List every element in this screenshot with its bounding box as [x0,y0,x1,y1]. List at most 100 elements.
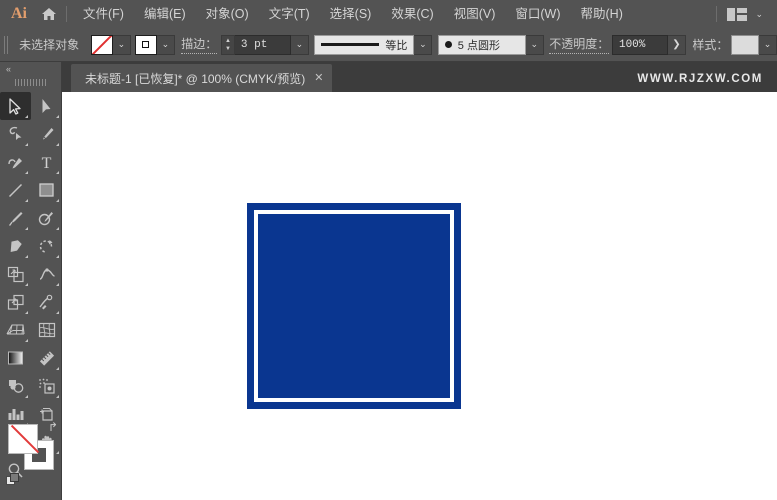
stroke-chevron-down-icon[interactable]: ⌄ [156,34,175,55]
stroke-profile-chevron-down-icon[interactable]: ⌄ [414,34,433,55]
tool-scale-tool[interactable] [0,260,31,288]
tool-eyedropper-tool[interactable] [31,344,62,372]
stroke-weight-control[interactable]: ▲ ▼ 3 pt ⌄ [220,34,309,55]
control-bar-grip[interactable] [4,35,9,54]
toolbar-collapse-icon[interactable]: « [0,62,61,76]
tool-flyout-indicator [25,283,28,286]
app-logo: Ai [11,5,27,22]
tool-gradient-tool[interactable] [0,344,31,372]
tool-flyout-indicator [25,311,28,314]
selection-status-label: 未选择对象 [19,38,80,52]
tool-magic-wand-tool[interactable] [0,120,31,148]
control-bar: 未选择对象 ⌄ ⌄ 描边： ▲ ▼ 3 pt ⌄ 等比 ⌄ 5 点圆形 ⌄ 不透… [0,28,777,62]
stroke-weight-value[interactable]: 3 pt [234,34,291,55]
workspace-chevron-down-icon[interactable]: ⌄ [755,9,763,19]
style-chevron-down-icon[interactable]: ⌄ [759,34,777,55]
artwork-square[interactable] [247,203,461,409]
stroke-profile-label: 等比 [385,39,408,52]
opacity-value[interactable]: 100% [611,34,668,55]
tool-rectangle-tool[interactable] [31,176,62,204]
menu-item-window[interactable]: 窗口(W) [505,4,570,25]
document-tab-title: 未标题-1 [已恢复]* @ 100% (CMYK/预览) [85,71,306,86]
document-tab-bar: 未标题-1 [已恢复]* @ 100% (CMYK/预览) ✕ WWW.RJZX… [62,62,777,92]
brush-chevron-down-icon[interactable]: ⌄ [525,34,544,55]
menubar-right-cluster: ⌄ [716,6,777,22]
style-label: 样式： [692,38,729,52]
menu-items: 文件(F) 编辑(E) 对象(O) 文字(T) 选择(S) 效果(C) 视图(V… [73,4,633,25]
tool-free-transform-tool[interactable] [0,288,31,316]
brush-label: 5 点圆形 [457,39,500,52]
document-area: 未标题-1 [已恢复]* @ 100% (CMYK/预览) ✕ WWW.RJZX… [62,62,777,500]
tool-flyout-indicator [56,115,59,118]
stroke-color-control[interactable]: ⌄ [134,34,175,55]
graphic-style-control[interactable]: ⌄ [731,34,777,55]
tool-flyout-indicator [25,143,28,146]
tool-shape-builder-tool[interactable] [31,288,62,316]
workspace-icon[interactable] [727,7,748,21]
brush-preview[interactable]: 5 点圆形 [437,34,526,55]
tool-shaper-tool[interactable] [31,204,62,232]
tool-flyout-indicator [56,227,59,230]
tool-eraser-tool[interactable] [0,232,31,260]
tool-symbol-sprayer-tool[interactable] [31,372,62,400]
swap-fill-stroke-icon[interactable]: ↱ [48,420,58,434]
brush-definition-control[interactable]: 5 点圆形 ⌄ [437,34,544,55]
square-inner-stroke [254,210,454,402]
menu-item-effect[interactable]: 效果(C) [381,4,443,25]
stroke-profile-line-icon [321,43,380,46]
no-fill-slash-icon [91,35,112,54]
tool-direct-selection-tool[interactable] [31,92,62,120]
tool-mesh-tool[interactable] [31,316,62,344]
tool-flyout-indicator [56,171,59,174]
style-swatch[interactable] [731,34,760,55]
tool-flyout-indicator [56,283,59,286]
tool-paintbrush-tool[interactable] [0,204,31,232]
tool-flyout-indicator [56,395,59,398]
tool-type-tool[interactable]: T [31,148,62,176]
tool-flyout-indicator [25,395,28,398]
tool-rotate-tool[interactable] [31,232,62,260]
canvas[interactable] [62,92,777,500]
stroke-weight-chevron-down-icon[interactable]: ⌄ [290,34,309,55]
tool-flyout-indicator [56,311,59,314]
svg-text:T: T [42,155,52,171]
menu-item-type[interactable]: 文字(T) [259,4,320,25]
tool-width-tool[interactable] [31,260,62,288]
opacity-label[interactable]: 不透明度： [549,35,610,54]
menu-divider [66,6,67,22]
tool-line-segment-tool[interactable] [0,176,31,204]
stroke-weight-label[interactable]: 描边： [181,35,218,54]
tool-pen-tool[interactable] [31,120,62,148]
toolbar-grip[interactable] [0,76,61,88]
home-icon[interactable] [34,0,64,28]
no-fill-slash-icon [10,424,40,454]
fill-chevron-down-icon[interactable]: ⌄ [112,34,131,55]
fill-stroke-controls: ↱ [0,420,62,492]
tool-curvature-tool[interactable] [0,148,31,176]
fill-color-box[interactable] [8,424,40,454]
stroke-weight-stepper[interactable]: ▲ ▼ [220,34,235,55]
menu-item-edit[interactable]: 编辑(E) [134,4,196,25]
tool-blend-tool[interactable] [0,372,31,400]
fill-color-control[interactable]: ⌄ [90,34,131,55]
stroke-profile-control[interactable]: 等比 ⌄ [314,34,433,55]
tool-flyout-indicator [56,143,59,146]
close-icon[interactable]: ✕ [314,72,323,84]
opacity-arrow-icon[interactable]: ❯ [667,34,686,55]
menubar-divider [716,6,718,22]
fill-swatch[interactable] [90,34,113,55]
document-tab[interactable]: 未标题-1 [已恢复]* @ 100% (CMYK/预览) ✕ [71,64,333,92]
tool-perspective-grid-tool[interactable] [0,316,31,344]
tool-flyout-indicator [25,255,28,258]
stroke-swatch[interactable] [134,34,157,55]
menu-item-help[interactable]: 帮助(H) [571,4,633,25]
opacity-control[interactable]: 100% ❯ [611,34,686,55]
menu-item-file[interactable]: 文件(F) [73,4,134,25]
tool-selection-tool[interactable] [0,92,31,120]
stroke-profile-preview[interactable]: 等比 [314,34,415,55]
menu-item-select[interactable]: 选择(S) [320,4,382,25]
screen-mode-icon[interactable] [6,473,19,486]
menu-item-object[interactable]: 对象(O) [196,4,259,25]
tool-flyout-indicator [25,199,28,202]
menu-item-view[interactable]: 视图(V) [444,4,506,25]
